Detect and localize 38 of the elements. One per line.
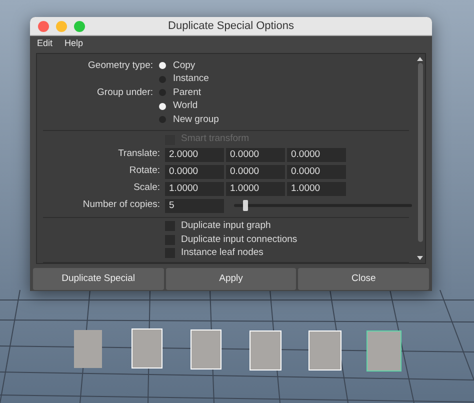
number-field[interactable]: 0.0000 xyxy=(226,148,285,162)
radio-button[interactable]: Instance xyxy=(159,72,209,86)
field-label: Group under: xyxy=(96,86,154,100)
number-field[interactable]: 0.0000 xyxy=(287,164,346,178)
radio-button[interactable]: Copy xyxy=(159,58,196,73)
scrollbar[interactable] xyxy=(415,54,425,263)
checkbox[interactable]: Duplicate input graph xyxy=(165,219,271,234)
radio-button[interactable]: Parent xyxy=(159,86,201,100)
minimize-window-button[interactable] xyxy=(56,20,67,32)
field-label: Number of copies: xyxy=(82,198,161,212)
number-field[interactable]: 1.0000 xyxy=(287,182,346,196)
field-label: Rotate: xyxy=(128,164,161,178)
number-field[interactable]: 2.0000 xyxy=(165,148,224,162)
field-label: Scale: xyxy=(132,181,161,196)
radio-button[interactable]: World xyxy=(159,99,198,114)
number-field[interactable]: 0.0000 xyxy=(165,164,224,178)
dialog-button[interactable]: Apply xyxy=(166,268,296,290)
scroll-down-icon[interactable] xyxy=(417,256,423,260)
window-title: Duplicate Special Options xyxy=(168,18,294,34)
menu-item[interactable]: Help xyxy=(64,37,84,51)
field-label: Translate: xyxy=(117,147,161,162)
field-label: Geometry type: xyxy=(87,58,154,73)
close-window-button[interactable] xyxy=(38,20,49,32)
slider-thumb[interactable] xyxy=(242,200,248,211)
zoom-window-button[interactable] xyxy=(74,20,85,32)
number-field[interactable]: 0.0000 xyxy=(226,164,285,178)
menu-item[interactable]: Edit xyxy=(37,37,53,51)
number-field[interactable]: 0.0000 xyxy=(287,148,346,162)
scrollbar-thumb[interactable] xyxy=(418,63,422,242)
radio-button[interactable]: New group xyxy=(159,112,219,127)
number-field[interactable]: 5 xyxy=(165,198,224,212)
scroll-up-icon[interactable] xyxy=(417,57,423,61)
number-field[interactable]: 1.0000 xyxy=(165,182,224,196)
checkbox[interactable]: Instance leaf nodes xyxy=(165,246,264,260)
dialog-button[interactable]: Close xyxy=(298,268,430,290)
dialog-button[interactable]: Duplicate Special xyxy=(33,268,164,290)
number-field[interactable]: 1.0000 xyxy=(226,182,285,196)
checkbox[interactable]: Duplicate input connections xyxy=(165,232,298,247)
